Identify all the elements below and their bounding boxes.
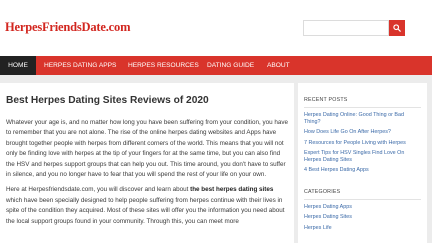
category-link[interactable]: Herpes Life (304, 225, 421, 232)
article-paragraph: Whatever your age is, and no matter how … (6, 119, 289, 179)
categories-heading: CATEGORIES (304, 189, 341, 196)
recent-post-link[interactable]: Herpes Dating Online: Good Thing or Bad … (304, 112, 421, 126)
main-nav: HOME HERPES DATING APPS HERPES RESOURCES… (0, 56, 432, 75)
recent-post-link[interactable]: 4 Best Herpes Dating Apps (304, 167, 421, 174)
search-input[interactable] (303, 20, 389, 36)
nav-about[interactable]: ABOUT (267, 56, 290, 75)
bold-text: the best herpes dating sites (190, 186, 274, 194)
nav-herpes-dating-apps[interactable]: HERPES DATING APPS (44, 56, 116, 75)
page-title: Best Herpes Dating Sites Reviews of 2020 (6, 95, 209, 106)
nav-home[interactable]: HOME (0, 56, 36, 75)
article-paragraph: Here at Herpesfriendsdate.com, you will … (6, 185, 288, 227)
site-logo[interactable]: HerpesFriendsDate.com (5, 20, 130, 35)
sidebar: RECENT POSTS Herpes Dating Online: Good … (298, 83, 427, 243)
categories-list: Herpes Dating Apps Herpes Dating Sites H… (304, 204, 421, 232)
divider (304, 107, 421, 108)
main-content: Best Herpes Dating Sites Reviews of 2020… (0, 83, 294, 243)
nav-herpes-resources[interactable]: HERPES RESOURCES (128, 56, 199, 75)
recent-post-link[interactable]: How Does Life Go On After Herpes? (304, 129, 421, 136)
category-link[interactable]: Herpes Dating Apps (304, 204, 421, 211)
search-icon (393, 24, 401, 32)
recent-posts-heading: RECENT POSTS (304, 97, 348, 103)
nav-dating-guide[interactable]: DATING GUIDE (207, 56, 254, 75)
category-link[interactable]: Herpes Dating Sites (304, 214, 421, 221)
paragraph-text: Here at Herpesfriendsdate.com, you will … (6, 186, 191, 194)
search-button[interactable] (389, 20, 405, 36)
recent-post-link[interactable]: Expert Tips for HSV Singles Find Love On… (304, 150, 421, 164)
recent-post-link[interactable]: 7 Resources for People Living with Herpe… (304, 140, 421, 147)
divider (304, 199, 421, 201)
recent-posts-list: Herpes Dating Online: Good Thing or Bad … (304, 112, 421, 174)
site-header: HerpesFriendsDate.com (0, 0, 432, 56)
paragraph-text: which have been specially designed to he… (6, 196, 285, 225)
